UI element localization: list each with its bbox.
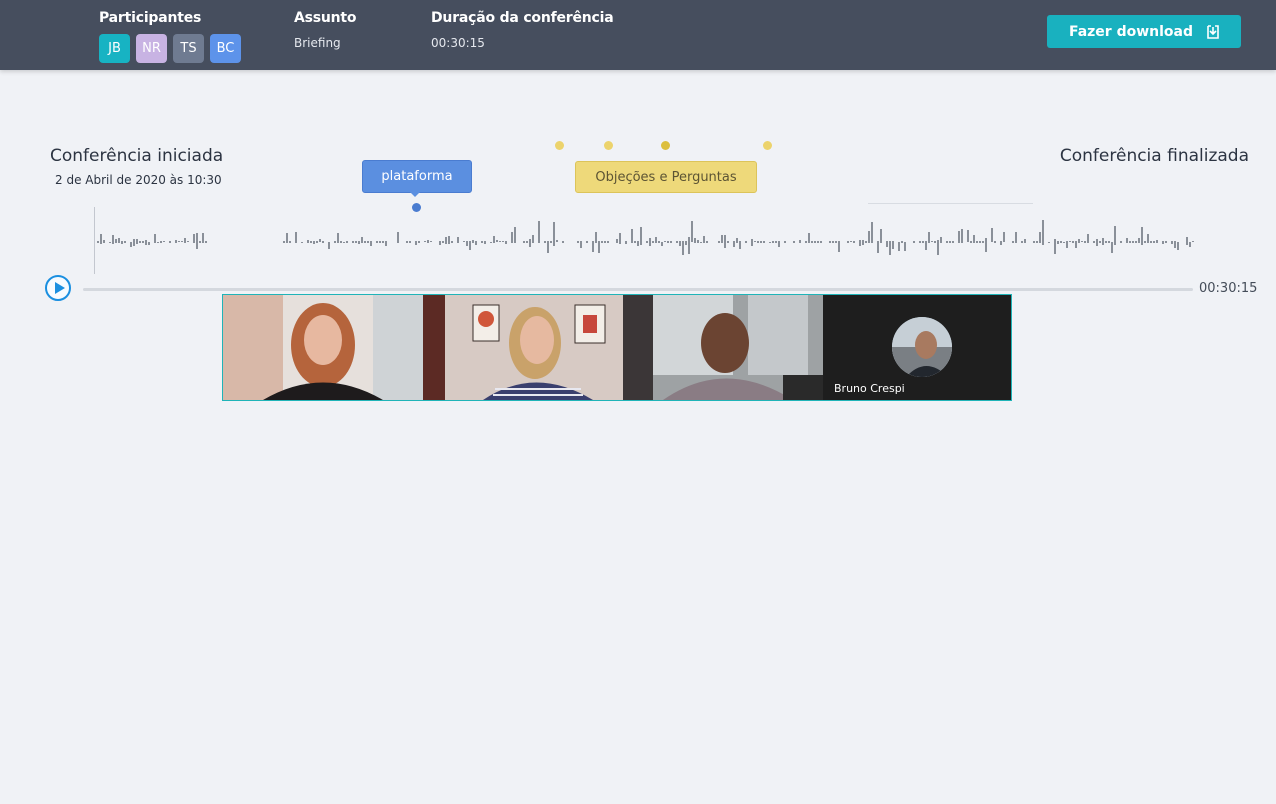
video-tile[interactable]: Bruno Crespi bbox=[823, 295, 1011, 400]
participant-video bbox=[223, 295, 423, 400]
video-tile[interactable] bbox=[623, 295, 823, 400]
play-button[interactable] bbox=[45, 275, 71, 301]
avatar bbox=[892, 317, 952, 377]
video-thumbnails[interactable]: Bruno Crespi bbox=[222, 294, 1012, 401]
participant-video bbox=[623, 295, 823, 400]
video-tile[interactable] bbox=[423, 295, 623, 400]
participant-video bbox=[423, 295, 623, 400]
video-tile[interactable] bbox=[223, 295, 423, 400]
participant-photo bbox=[892, 317, 952, 377]
total-time: 00:30:15 bbox=[1199, 281, 1258, 296]
audio-waveform[interactable] bbox=[0, 0, 1276, 280]
progress-track[interactable] bbox=[83, 288, 1193, 291]
participant-name: Bruno Crespi bbox=[834, 382, 905, 395]
